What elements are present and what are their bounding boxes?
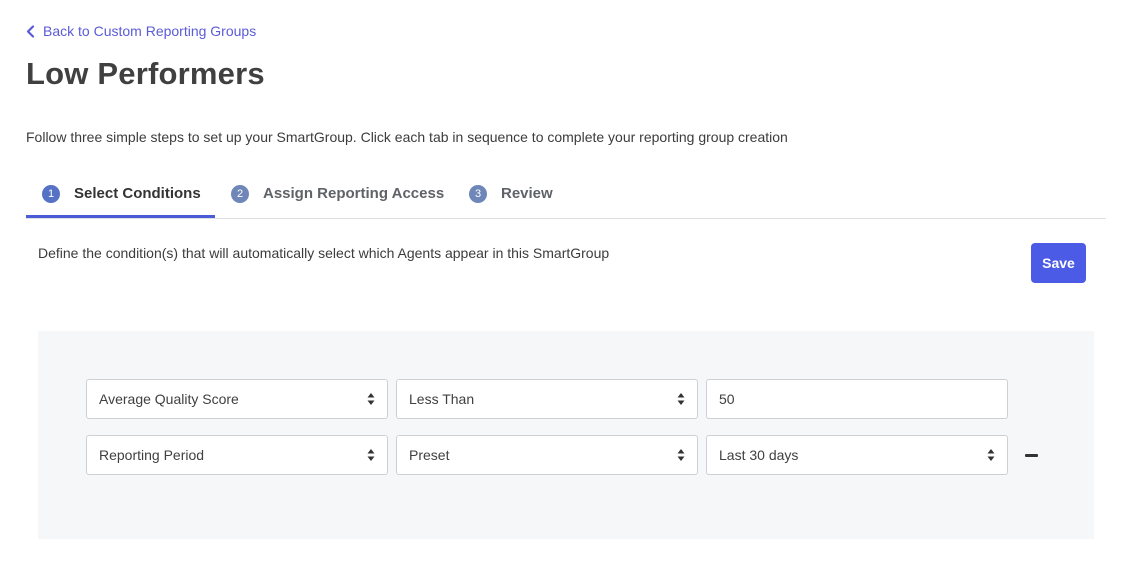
condition-field-select[interactable]: Reporting Period bbox=[86, 435, 388, 475]
step-tabs: 1 Select Conditions 2 Assign Reporting A… bbox=[26, 170, 1106, 219]
page-title: Low Performers bbox=[26, 56, 265, 91]
select-value: Preset bbox=[409, 447, 450, 463]
step-number-badge: 2 bbox=[231, 184, 249, 203]
conditions-description: Define the condition(s) that will automa… bbox=[38, 245, 610, 261]
condition-value-select[interactable]: Last 30 days bbox=[706, 435, 1008, 475]
select-value: Reporting Period bbox=[99, 447, 205, 463]
tab-label: Review bbox=[501, 185, 553, 202]
step-number-badge: 1 bbox=[42, 184, 60, 203]
sort-arrows-icon bbox=[677, 449, 685, 461]
select-value: Less Than bbox=[409, 391, 475, 407]
tab-label: Assign Reporting Access bbox=[263, 185, 445, 202]
tab-review[interactable]: 3 Review bbox=[469, 170, 553, 217]
step-number-badge: 3 bbox=[469, 184, 487, 203]
input-value: 50 bbox=[719, 391, 735, 407]
chevron-left-icon bbox=[26, 21, 38, 41]
tab-label: Select Conditions bbox=[74, 185, 201, 202]
smartgroup-editor-page: Back to Custom Reporting Groups Low Perf… bbox=[0, 0, 1126, 567]
intro-text: Follow three simple steps to set up your… bbox=[26, 129, 788, 145]
sort-arrows-icon bbox=[367, 449, 375, 461]
sort-arrows-icon bbox=[677, 393, 685, 405]
condition-value-input[interactable]: 50 bbox=[706, 379, 1008, 419]
minus-icon bbox=[1024, 453, 1038, 457]
condition-operator-select[interactable]: Preset bbox=[396, 435, 698, 475]
conditions-panel: Average Quality Score Less Than 50 Repor… bbox=[38, 331, 1094, 539]
save-button[interactable]: Save bbox=[1031, 243, 1086, 283]
condition-field-select[interactable]: Average Quality Score bbox=[86, 379, 388, 419]
back-link-label: Back to Custom Reporting Groups bbox=[43, 23, 257, 39]
tab-select-conditions[interactable]: 1 Select Conditions bbox=[26, 170, 215, 218]
tab-assign-reporting-access[interactable]: 2 Assign Reporting Access bbox=[231, 170, 444, 217]
sort-arrows-icon bbox=[367, 393, 375, 405]
condition-operator-select[interactable]: Less Than bbox=[396, 379, 698, 419]
sort-arrows-icon bbox=[987, 449, 995, 461]
select-value: Average Quality Score bbox=[99, 391, 239, 407]
back-to-groups-link[interactable]: Back to Custom Reporting Groups bbox=[26, 21, 256, 41]
select-value: Last 30 days bbox=[719, 447, 799, 463]
remove-condition-button[interactable] bbox=[1022, 445, 1040, 465]
